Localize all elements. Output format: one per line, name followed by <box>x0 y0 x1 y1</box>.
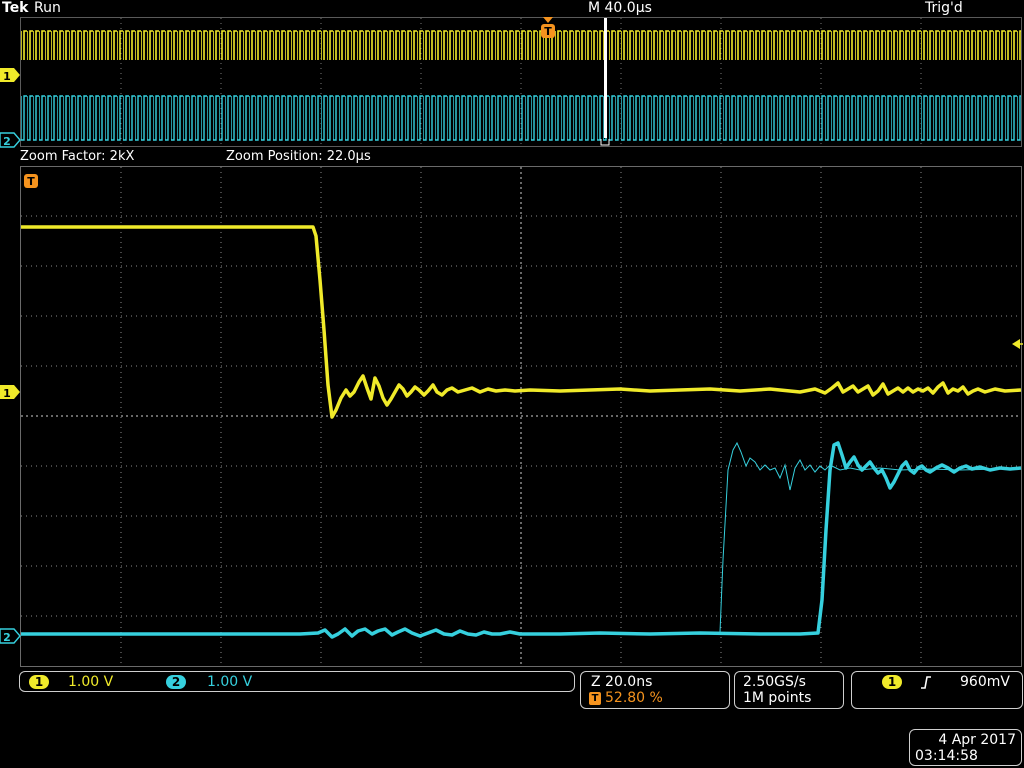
svg-text:1: 1 <box>3 387 11 400</box>
ch2-badge[interactable]: 2 <box>166 675 186 689</box>
sample-rate: 2.50GS/s <box>743 674 806 690</box>
trigger-position-badge-icon: T <box>589 692 601 705</box>
trigger-position: 52.80 % <box>605 690 663 706</box>
datetime-panel: 4 Apr 2017 03:14:58 <box>909 729 1022 766</box>
trigger-source-badge: 1 <box>882 675 902 689</box>
trigger-panel[interactable]: 1 960mV <box>851 671 1023 709</box>
svg-text:2: 2 <box>3 631 11 644</box>
channel-scale-panel[interactable]: 1 1.00 V 2 1.00 V <box>19 671 575 692</box>
date: 4 Apr 2017 <box>938 732 1016 748</box>
record-length: 1M points <box>743 690 812 706</box>
ch1-badge[interactable]: 1 <box>29 675 49 689</box>
trigger-level: 960mV <box>960 674 1010 690</box>
svg-text:T: T <box>27 175 35 188</box>
horizontal-panel[interactable]: Z 20.0ns T 52.80 % <box>580 671 730 709</box>
ch1-scale: 1.00 V <box>68 674 114 690</box>
acquisition-panel[interactable]: 2.50GS/s 1M points <box>734 671 844 709</box>
zoom-scale: Z 20.0ns <box>591 674 653 690</box>
time: 03:14:58 <box>915 748 978 764</box>
main-graticule: T 1 2 <box>0 166 1023 667</box>
ch2-scale: 1.00 V <box>207 674 253 690</box>
rising-edge-icon <box>921 676 931 689</box>
